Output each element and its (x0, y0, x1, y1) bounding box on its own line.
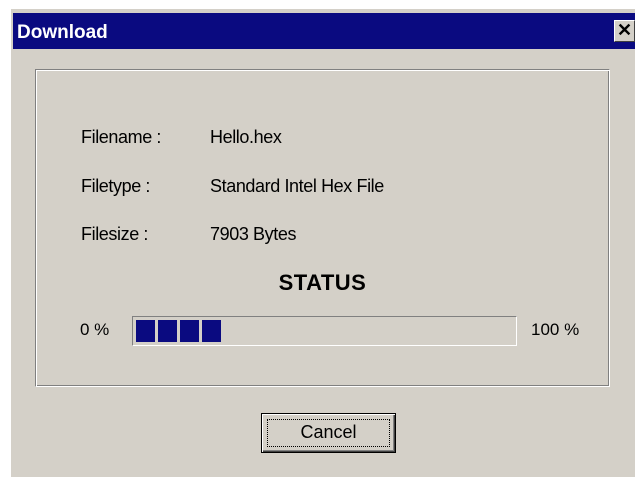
window-title: Download (17, 22, 108, 43)
cancel-button[interactable]: Cancel (261, 413, 396, 453)
filetype-label: Filetype : (81, 176, 151, 196)
status-heading: STATUS (278, 270, 367, 295)
progress-block (202, 320, 221, 342)
close-button[interactable]: ✕ (614, 20, 635, 42)
download-info-group: Filename : Hello.hex Filetype : Standard… (35, 69, 610, 387)
close-icon: ✕ (616, 20, 633, 40)
progress-max-label: 100 % (531, 320, 580, 339)
download-dialog: Download ✕ Filename : Hello.hex Filetype… (10, 8, 635, 477)
filename-value: Hello.hex (210, 127, 282, 147)
filename-label: Filename : (81, 127, 162, 147)
progress-bar (132, 316, 517, 346)
progress-block (180, 320, 199, 342)
filesize-value: 7903 Bytes (210, 224, 297, 244)
filetype-value: Standard Intel Hex File (210, 176, 384, 196)
filesize-label: Filesize : (81, 224, 149, 244)
title-bar[interactable]: Download ✕ (13, 13, 635, 49)
cancel-button-label: Cancel (300, 422, 357, 442)
progress-block (158, 320, 177, 342)
progress-block (136, 320, 155, 342)
progress-min-label: 0 % (80, 320, 110, 339)
progress-track (136, 320, 513, 342)
